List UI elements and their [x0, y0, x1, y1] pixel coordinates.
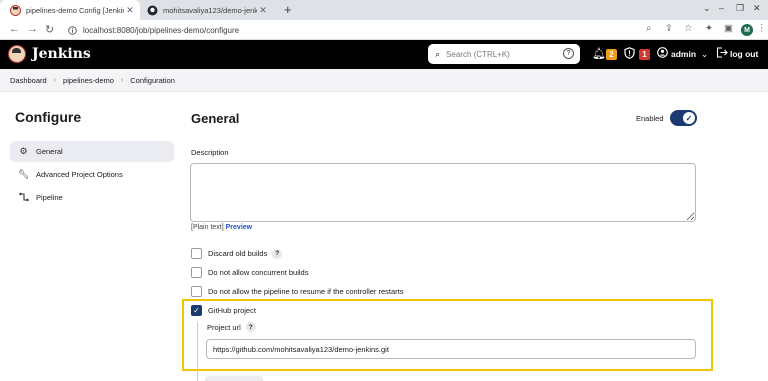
- preview-link[interactable]: Preview: [226, 224, 252, 231]
- markup-format-note: [Plain text] Preview: [191, 224, 252, 231]
- plain-text-label: [Plain text]: [191, 224, 224, 231]
- reload-icon[interactable]: ↻: [45, 23, 54, 36]
- forward-icon[interactable]: →: [27, 23, 38, 35]
- highlight-box: [182, 299, 713, 371]
- discard-old-builds-checkbox[interactable]: [191, 248, 202, 259]
- chevron-down-icon[interactable]: ⌄: [703, 3, 711, 14]
- github-icon: [147, 5, 158, 16]
- enabled-label: Enabled: [636, 114, 664, 123]
- shield-icon[interactable]: [624, 47, 635, 62]
- sidebar-item-label: General: [36, 147, 63, 156]
- jenkins-header: Jenkins: [0, 40, 768, 69]
- sidebar-title: Configure: [15, 109, 82, 125]
- option-no-resume: Do not allow the pipeline to resume if t…: [191, 286, 404, 297]
- gear-icon: ⚙: [19, 146, 28, 156]
- logout-icon[interactable]: [716, 47, 728, 61]
- project-url-input[interactable]: [206, 339, 696, 359]
- sidebar-item-pipeline[interactable]: Pipeline: [10, 187, 174, 208]
- jenkins-favicon-icon: [10, 4, 21, 16]
- restore-icon[interactable]: ❐: [736, 3, 744, 14]
- section-title: General: [191, 111, 240, 126]
- browser-tab-github[interactable]: mohitsavaliya123/demo-jenkins ✕: [143, 0, 273, 20]
- sidebar-item-advanced-project-options[interactable]: 🔧︎ Advanced Project Options: [10, 164, 174, 185]
- option-label[interactable]: Discard old builds: [208, 249, 267, 258]
- browser-menu-icon[interactable]: ⋮: [757, 23, 767, 34]
- wrench-icon: 🔧︎: [18, 169, 30, 179]
- chevron-right-icon: ›: [120, 76, 124, 84]
- option-discard-old-builds: Discard old builds ?: [191, 248, 283, 259]
- description-label: Description: [191, 148, 229, 157]
- search-help-icon[interactable]: ?: [563, 48, 574, 59]
- nested-section-divider: [197, 322, 198, 381]
- breadcrumb: Dashboard › pipelines-demo › Configurati…: [0, 69, 768, 92]
- breadcrumb-job[interactable]: pipelines-demo: [63, 76, 114, 85]
- minimize-icon[interactable]: –: [719, 3, 724, 13]
- check-icon: ✓: [683, 112, 695, 124]
- help-icon[interactable]: ?: [272, 248, 283, 259]
- no-concurrent-builds-checkbox[interactable]: [191, 267, 202, 278]
- zoom-icon[interactable]: ⌕: [646, 23, 651, 34]
- sidebar-item-general[interactable]: ⚙ General: [10, 141, 174, 162]
- search-icon: ⌕: [435, 48, 441, 59]
- option-label[interactable]: Do not allow the pipeline to resume if t…: [208, 287, 404, 296]
- sidebar-item-label: Advanced Project Options: [36, 170, 123, 179]
- user-menu-chevron-icon[interactable]: ⌄: [701, 49, 708, 60]
- close-tab-icon[interactable]: ✕: [124, 5, 136, 16]
- option-no-concurrent-builds: Do not allow concurrent builds: [191, 267, 308, 278]
- advanced-button[interactable]: [205, 376, 263, 381]
- user-icon[interactable]: [657, 47, 668, 61]
- browser-tab-bar: pipelines-demo Config [Jenkins] ✕ mohits…: [0, 0, 768, 20]
- breadcrumb-dashboard[interactable]: Dashboard: [10, 76, 47, 85]
- close-tab-icon[interactable]: ✕: [257, 5, 269, 16]
- option-label[interactable]: Do not allow concurrent builds: [208, 268, 308, 277]
- github-project-checkbox[interactable]: ✓: [191, 305, 202, 316]
- search-placeholder: Search (CTRL+K): [446, 49, 510, 59]
- description-textarea[interactable]: [190, 163, 696, 222]
- address-bar: ← → ↻ localhost:8080/job/pipelines-demo/…: [0, 20, 768, 40]
- help-icon[interactable]: ?: [245, 322, 256, 332]
- no-resume-checkbox[interactable]: [191, 286, 202, 297]
- security-badge[interactable]: 1: [639, 49, 650, 60]
- logout-link[interactable]: log out: [730, 49, 758, 59]
- window-close-icon[interactable]: ✕: [753, 3, 761, 14]
- jenkins-title: Jenkins: [32, 46, 91, 62]
- share-icon[interactable]: ⇪: [665, 23, 673, 34]
- project-url-label-row: Project url ?: [207, 322, 256, 332]
- sidebar-item-label: Pipeline: [36, 193, 63, 202]
- extensions-icon[interactable]: ✦: [705, 23, 713, 34]
- bookmark-star-icon[interactable]: ☆: [684, 23, 693, 34]
- url-field[interactable]: localhost:8080/job/pipelines-demo/config…: [68, 22, 628, 38]
- jenkins-logo-icon: [8, 45, 26, 63]
- option-github-project: ✓ GitHub project: [191, 305, 256, 316]
- back-icon[interactable]: ←: [9, 23, 20, 35]
- chevron-right-icon: ›: [53, 76, 57, 84]
- new-tab-icon[interactable]: +: [284, 2, 292, 17]
- side-panel-icon[interactable]: ▣: [724, 23, 733, 34]
- user-name[interactable]: admin: [671, 49, 696, 59]
- project-url-label: Project url: [207, 322, 241, 332]
- browser-tab-label: pipelines-demo Config [Jenkins]: [26, 5, 124, 15]
- url-text: localhost:8080/job/pipelines-demo/config…: [83, 25, 240, 35]
- search-input[interactable]: ⌕ Search (CTRL+K) ?: [428, 44, 580, 64]
- profile-avatar[interactable]: M: [741, 24, 753, 36]
- option-label[interactable]: GitHub project: [208, 306, 256, 315]
- breadcrumb-configuration[interactable]: Configuration: [130, 76, 175, 85]
- browser-tab-active[interactable]: pipelines-demo Config [Jenkins] ✕: [0, 0, 140, 20]
- enabled-toggle[interactable]: ✓: [670, 110, 697, 126]
- site-info-icon[interactable]: [68, 25, 77, 35]
- pipeline-icon: [18, 192, 29, 204]
- browser-tab-label: mohitsavaliya123/demo-jenkins: [163, 5, 257, 15]
- notification-badge[interactable]: 2: [606, 49, 617, 60]
- bell-icon[interactable]: 🔔︎: [592, 47, 606, 60]
- jenkins-home-link[interactable]: Jenkins: [8, 45, 91, 63]
